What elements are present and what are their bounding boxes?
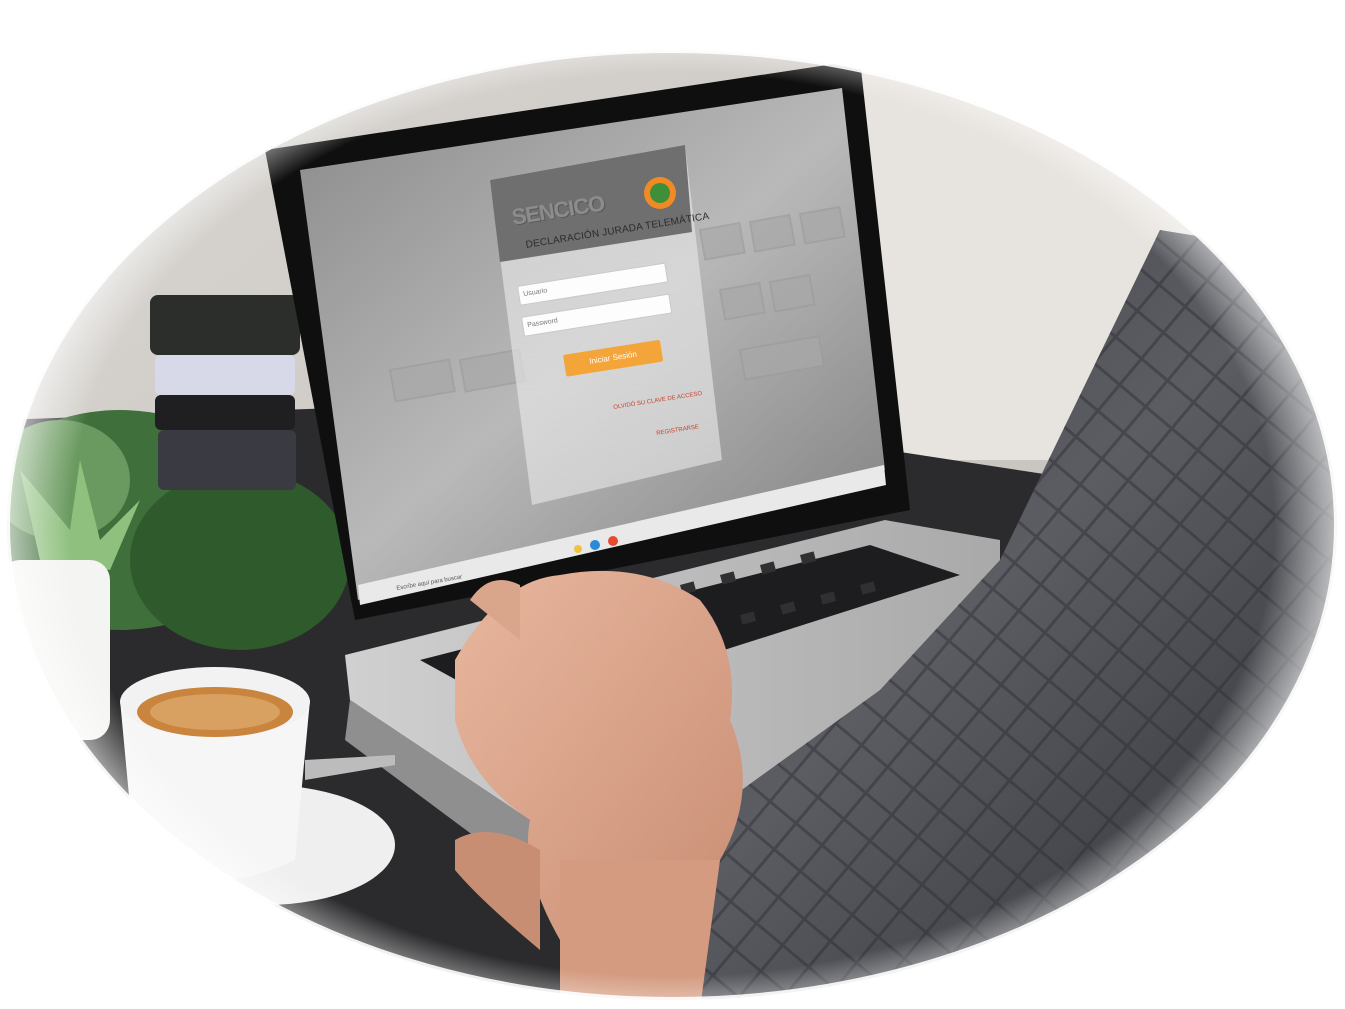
photo-scene: [0, 0, 1345, 1009]
photo: [0, 0, 1345, 1009]
